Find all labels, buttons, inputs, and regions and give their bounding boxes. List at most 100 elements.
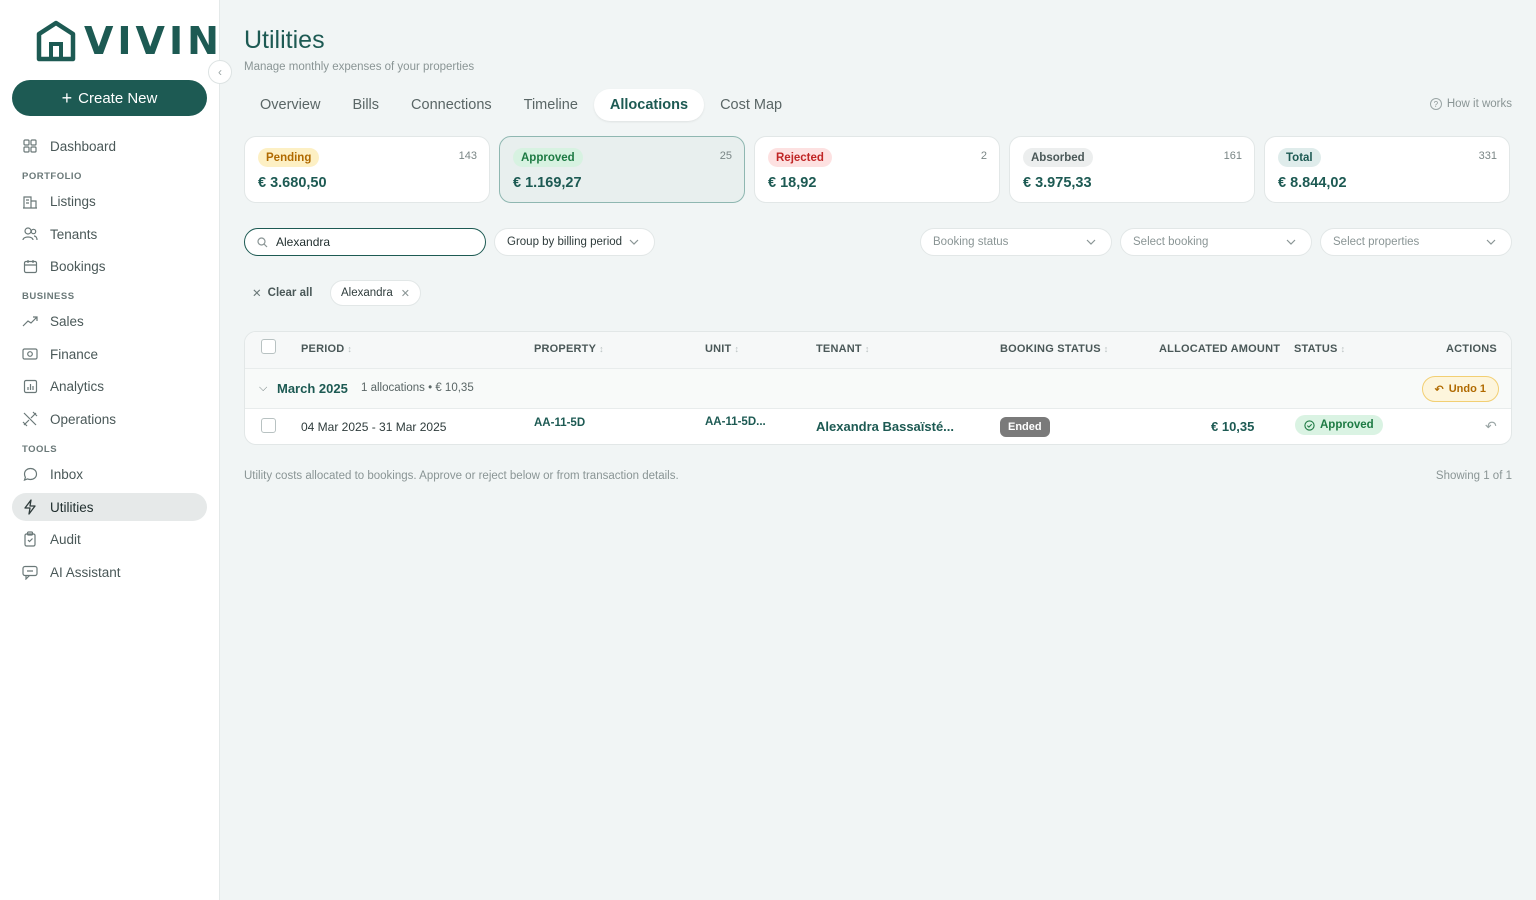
filter-chip[interactable]: Alexandra ✕	[330, 280, 422, 306]
sidebar-item-listings[interactable]: Listings	[12, 187, 207, 215]
logo[interactable]: VIVIN	[36, 20, 223, 62]
search-box[interactable]	[244, 228, 486, 256]
card-pending[interactable]: Pending 143 € 3.680,50	[244, 136, 490, 203]
search-input[interactable]	[276, 235, 466, 249]
col-status-label: STATUS	[1294, 343, 1338, 355]
tab-timeline[interactable]: Timeline	[508, 89, 594, 121]
col-property[interactable]: PROPERTY ↕	[534, 343, 604, 355]
sidebar-item-audit[interactable]: Audit	[12, 525, 207, 553]
section-business: BUSINESS	[22, 291, 75, 302]
col-unit[interactable]: UNIT ↕	[705, 343, 739, 355]
card-approved[interactable]: Approved 25 € 1.169,27	[499, 136, 745, 203]
col-actions: ACTIONS	[1446, 343, 1497, 355]
booking-status-dropdown[interactable]: Booking status	[920, 228, 1112, 256]
clear-all-button[interactable]: ✕ Clear all	[252, 286, 312, 300]
sidebar-item-bookings[interactable]: Bookings	[12, 252, 207, 280]
col-period[interactable]: PERIOD ↕	[301, 343, 352, 355]
sidebar-item-tenants[interactable]: Tenants	[12, 220, 207, 248]
status-badge: Rejected	[768, 148, 832, 167]
chevron-down-icon[interactable]: ⌵	[259, 382, 267, 395]
sidebar-item-finance[interactable]: Finance	[12, 340, 207, 368]
select-all-checkbox[interactable]	[261, 339, 276, 354]
filter-chip-label: Alexandra	[341, 287, 393, 299]
cash-icon	[22, 346, 38, 362]
cell-amount: € 10,35	[1211, 419, 1255, 434]
group-by-label: Group by billing period	[507, 236, 623, 248]
booking-status-badge: Ended	[1000, 417, 1050, 437]
calendar-icon	[22, 258, 38, 274]
tab-allocations[interactable]: Allocations	[593, 89, 705, 121]
card-count: 25	[719, 150, 732, 162]
card-amount: € 3.680,50	[258, 175, 327, 191]
card-amount: € 1.169,27	[513, 175, 582, 191]
col-tenant[interactable]: TENANT ↕	[816, 343, 870, 355]
how-it-works-label: How it works	[1446, 98, 1512, 110]
undo-button[interactable]: ↶ Undo 1	[1421, 376, 1499, 402]
sort-icon: ↕	[734, 344, 740, 354]
col-booking-status[interactable]: BOOKING STATUS ↕	[1000, 343, 1108, 355]
how-it-works-link[interactable]: ? How it works	[1429, 98, 1512, 110]
tab-overview[interactable]: Overview	[244, 89, 336, 121]
sidebar-item-label: Dashboard	[50, 138, 117, 154]
status-badge: Absorbed	[1023, 148, 1093, 167]
page-subtitle: Manage monthly expenses of your properti…	[244, 61, 475, 73]
undo-row-icon[interactable]: ↶	[1485, 418, 1497, 435]
status-badge: Pending	[258, 148, 320, 167]
table-header: PERIOD ↕ PROPERTY ↕ UNIT ↕ TENANT ↕ BOOKING …	[245, 332, 1511, 369]
chevron-down-icon	[1485, 236, 1497, 248]
trend-icon	[22, 313, 38, 329]
sidebar-item-inbox[interactable]: Inbox	[12, 460, 207, 488]
sidebar-item-sales[interactable]: Sales	[12, 307, 207, 335]
card-total[interactable]: Total 331 € 8.844,02	[1264, 136, 1510, 203]
search-icon	[257, 236, 268, 247]
col-period-label: PERIOD	[301, 343, 345, 355]
tab-cost-map[interactable]: Cost Map	[704, 89, 798, 121]
cell-unit-link[interactable]: AA-11-5D...	[705, 416, 766, 428]
tab-bills[interactable]: Bills	[336, 89, 395, 121]
card-rejected[interactable]: Rejected 2 € 18,92	[754, 136, 1000, 203]
collapse-sidebar-button[interactable]: ‹	[208, 60, 232, 84]
cell-tenant-link[interactable]: Alexandra Bassaïsté...	[816, 419, 954, 434]
tab-connections[interactable]: Connections	[395, 89, 508, 121]
sidebar-item-ai-assistant[interactable]: AI Assistant	[12, 558, 207, 586]
chevron-down-icon	[628, 236, 640, 248]
ai-chat-icon	[22, 564, 38, 580]
help-circle-icon: ?	[1429, 98, 1442, 110]
remove-chip-icon[interactable]: ✕	[401, 287, 410, 300]
sidebar-item-analytics[interactable]: Analytics	[12, 372, 207, 400]
select-properties-dropdown[interactable]: Select properties	[1320, 228, 1512, 256]
col-allocated-amount[interactable]: ALLOCATED AMOUNT	[1159, 343, 1280, 355]
check-circle-icon	[1304, 419, 1315, 431]
sidebar-item-operations[interactable]: Operations	[12, 405, 207, 433]
col-unit-label: UNIT	[705, 343, 732, 355]
sort-icon: ↕	[599, 344, 604, 354]
card-count: 161	[1223, 150, 1242, 162]
card-absorbed[interactable]: Absorbed 161 € 3.975,33	[1009, 136, 1255, 203]
booking-status-placeholder: Booking status	[933, 236, 1009, 248]
card-count: 331	[1478, 150, 1497, 162]
row-checkbox[interactable]	[261, 418, 276, 433]
chevron-down-icon	[1085, 236, 1097, 248]
col-booking-status-label: BOOKING STATUS	[1000, 343, 1101, 355]
sidebar-item-label: Sales	[50, 313, 84, 329]
close-icon: ✕	[252, 288, 262, 300]
group-row[interactable]: ⌵ March 2025 1 allocations • € 10,35 ↶ U…	[245, 369, 1511, 409]
bar-chart-icon	[22, 378, 38, 394]
cell-property-link[interactable]: AA-11-5D	[534, 417, 585, 429]
bolt-icon	[22, 499, 38, 515]
status-badge-approved: Approved	[1295, 415, 1383, 435]
col-status[interactable]: STATUS ↕	[1294, 343, 1345, 355]
create-new-label: Create New	[78, 89, 158, 107]
sidebar-item-utilities[interactable]: Utilities	[12, 493, 207, 521]
select-booking-dropdown[interactable]: Select booking	[1120, 228, 1312, 256]
card-count: 2	[980, 150, 987, 162]
house-logo-icon	[36, 20, 76, 62]
col-property-label: PROPERTY	[534, 343, 597, 355]
sidebar-item-dashboard[interactable]: Dashboard	[12, 132, 207, 160]
create-new-button[interactable]: + Create New	[12, 80, 207, 116]
card-count: 143	[458, 150, 477, 162]
group-by-dropdown[interactable]: Group by billing period	[494, 228, 656, 256]
undo-icon: ↶	[1434, 383, 1444, 396]
grid-icon	[22, 138, 38, 154]
sidebar-item-label: AI Assistant	[50, 564, 121, 580]
